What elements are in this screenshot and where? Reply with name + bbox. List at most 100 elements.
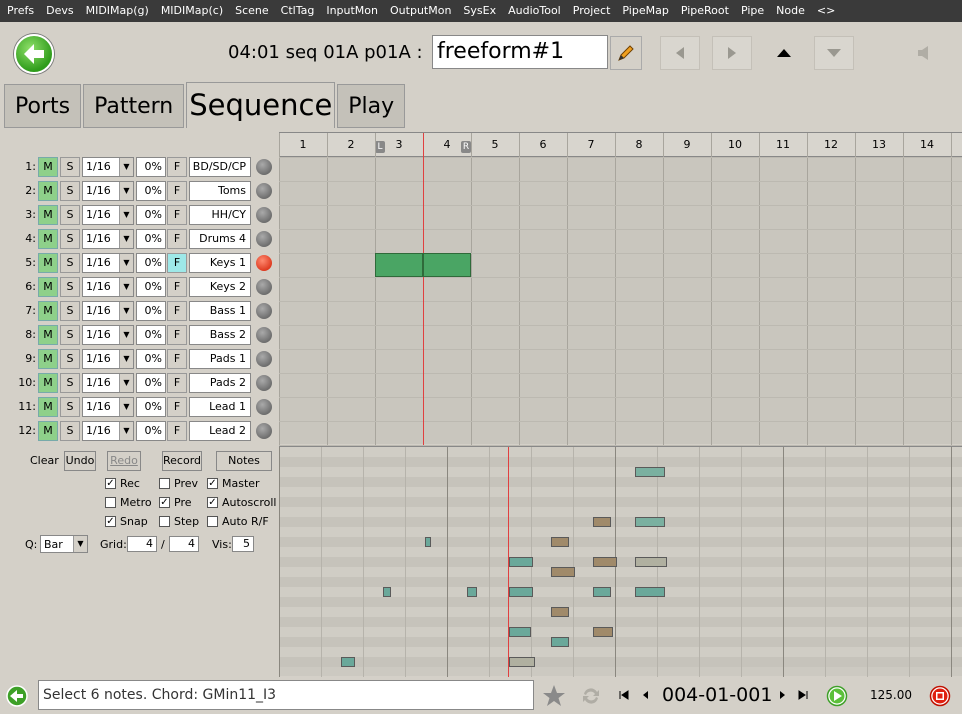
track-status-icon[interactable] bbox=[256, 183, 272, 199]
rec-checkbox[interactable]: ✓ bbox=[105, 478, 116, 489]
solo-button[interactable]: S bbox=[60, 205, 80, 225]
tab-ports[interactable]: Ports bbox=[4, 84, 82, 128]
note-block[interactable] bbox=[551, 567, 575, 577]
note-block[interactable] bbox=[635, 557, 667, 567]
note-block[interactable] bbox=[593, 627, 613, 637]
note-block[interactable] bbox=[509, 557, 533, 567]
note-block[interactable] bbox=[635, 467, 665, 477]
track-status-icon[interactable] bbox=[256, 207, 272, 223]
loop-right-marker[interactable]: R bbox=[461, 141, 471, 153]
track-name[interactable]: Lead 2 bbox=[189, 421, 251, 441]
solo-button[interactable]: S bbox=[60, 157, 80, 177]
note-block[interactable] bbox=[635, 587, 665, 597]
sequence-clip[interactable] bbox=[423, 253, 471, 277]
note-block[interactable] bbox=[509, 587, 533, 597]
mute-button[interactable]: M bbox=[38, 325, 58, 345]
track-percent-field[interactable]: 0% bbox=[136, 205, 166, 225]
follow-button[interactable]: F bbox=[167, 253, 187, 273]
note-block[interactable] bbox=[593, 587, 611, 597]
tab-sequence[interactable]: Sequence bbox=[186, 82, 336, 128]
menu-item[interactable]: Prefs bbox=[0, 0, 40, 22]
menu-item[interactable]: Node bbox=[770, 0, 811, 22]
note-block[interactable] bbox=[593, 557, 617, 567]
track-percent-field[interactable]: 0% bbox=[136, 325, 166, 345]
mute-button[interactable]: M bbox=[38, 157, 58, 177]
track-status-icon[interactable] bbox=[256, 159, 272, 175]
menu-item[interactable]: Pipe bbox=[735, 0, 770, 22]
tab-play[interactable]: Play bbox=[337, 84, 406, 128]
grid-numerator-input[interactable]: 4 bbox=[127, 536, 157, 552]
menu-item[interactable]: InputMon bbox=[320, 0, 384, 22]
solo-button[interactable]: S bbox=[60, 325, 80, 345]
sequence-grid[interactable]: 1 2 3 4 5 6 7 8 9 10 11 12 13 14 L R bbox=[279, 132, 962, 446]
track-percent-field[interactable]: 0% bbox=[136, 397, 166, 417]
track-status-icon[interactable] bbox=[256, 303, 272, 319]
track-quantize-select[interactable]: 1/16 ▼ bbox=[82, 277, 134, 297]
redo-button[interactable]: Redo bbox=[107, 451, 141, 471]
track-status-icon[interactable] bbox=[256, 255, 272, 271]
follow-button[interactable]: F bbox=[167, 397, 187, 417]
piano-roll[interactable] bbox=[279, 446, 962, 677]
follow-button[interactable]: F bbox=[167, 349, 187, 369]
tab-pattern[interactable]: Pattern bbox=[83, 84, 185, 128]
track-percent-field[interactable]: 0% bbox=[136, 181, 166, 201]
skip-start-icon[interactable] bbox=[619, 690, 629, 700]
track-quantize-select[interactable]: 1/16 ▼ bbox=[82, 349, 134, 369]
track-name[interactable]: Bass 2 bbox=[189, 325, 251, 345]
speaker-button[interactable] bbox=[904, 36, 944, 70]
prev-checkbox[interactable] bbox=[159, 478, 170, 489]
track-status-icon[interactable] bbox=[256, 231, 272, 247]
note-block[interactable] bbox=[551, 637, 569, 647]
prev-button[interactable] bbox=[660, 36, 700, 70]
track-name[interactable]: Lead 1 bbox=[189, 397, 251, 417]
follow-button[interactable]: F bbox=[167, 157, 187, 177]
mute-button[interactable]: M bbox=[38, 253, 58, 273]
track-quantize-select[interactable]: 1/16 ▼ bbox=[82, 181, 134, 201]
track-status-icon[interactable] bbox=[256, 375, 272, 391]
mute-button[interactable]: M bbox=[38, 421, 58, 441]
bar-ruler[interactable]: 1 2 3 4 5 6 7 8 9 10 11 12 13 14 L R bbox=[279, 133, 962, 157]
solo-button[interactable]: S bbox=[60, 253, 80, 273]
menu-item[interactable]: MIDIMap(c) bbox=[155, 0, 229, 22]
track-percent-field[interactable]: 0% bbox=[136, 253, 166, 273]
master-checkbox[interactable]: ✓ bbox=[207, 478, 218, 489]
mute-button[interactable]: M bbox=[38, 301, 58, 321]
track-quantize-select[interactable]: 1/16 ▼ bbox=[82, 301, 134, 321]
track-name[interactable]: Keys 2 bbox=[189, 277, 251, 297]
solo-button[interactable]: S bbox=[60, 373, 80, 393]
track-quantize-select[interactable]: 1/16 ▼ bbox=[82, 421, 134, 441]
track-name[interactable]: HH/CY bbox=[189, 205, 251, 225]
stop-icon[interactable] bbox=[929, 685, 951, 707]
track-percent-field[interactable]: 0% bbox=[136, 157, 166, 177]
pre-checkbox[interactable]: ✓ bbox=[159, 497, 170, 508]
follow-button[interactable]: F bbox=[167, 229, 187, 249]
autoscroll-checkbox[interactable]: ✓ bbox=[207, 497, 218, 508]
menu-item[interactable]: Devs bbox=[40, 0, 79, 22]
track-status-icon[interactable] bbox=[256, 351, 272, 367]
step-back-icon[interactable] bbox=[641, 690, 651, 700]
track-name[interactable]: Toms bbox=[189, 181, 251, 201]
back-button[interactable] bbox=[14, 34, 54, 74]
next-button[interactable] bbox=[712, 36, 752, 70]
follow-button[interactable]: F bbox=[167, 325, 187, 345]
track-name[interactable]: Pads 2 bbox=[189, 373, 251, 393]
grid-denominator-input[interactable]: 4 bbox=[169, 536, 199, 552]
note-block[interactable] bbox=[509, 657, 535, 667]
solo-button[interactable]: S bbox=[60, 421, 80, 441]
track-status-icon[interactable] bbox=[256, 327, 272, 343]
step-forward-icon[interactable] bbox=[777, 690, 787, 700]
follow-button[interactable]: F bbox=[167, 181, 187, 201]
loop-left-marker[interactable]: L bbox=[375, 141, 385, 153]
snap-checkbox[interactable]: ✓ bbox=[105, 516, 116, 527]
step-checkbox[interactable] bbox=[159, 516, 170, 527]
mute-button[interactable]: M bbox=[38, 373, 58, 393]
note-block[interactable] bbox=[551, 607, 569, 617]
note-block[interactable] bbox=[425, 537, 431, 547]
notes-button[interactable]: Notes bbox=[216, 451, 272, 471]
track-quantize-select[interactable]: 1/16 ▼ bbox=[82, 229, 134, 249]
up-button[interactable] bbox=[764, 36, 804, 70]
track-percent-field[interactable]: 0% bbox=[136, 229, 166, 249]
menu-item[interactable]: MIDIMap(g) bbox=[80, 0, 155, 22]
track-percent-field[interactable]: 0% bbox=[136, 421, 166, 441]
track-status-icon[interactable] bbox=[256, 279, 272, 295]
